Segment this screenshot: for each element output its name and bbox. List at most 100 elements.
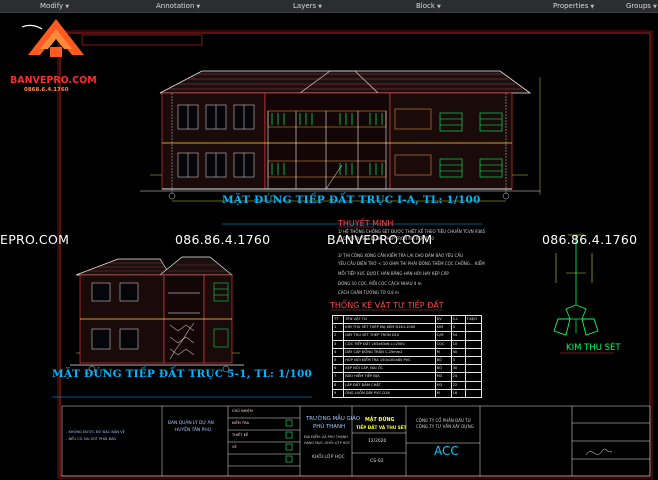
table-header-cell: ĐV <box>434 314 452 325</box>
sign-role: CHỦ NHIỆM <box>232 409 253 413</box>
table-row: 8 LẤP ĐẤT ĐẦM CHẶT M3 22 <box>331 380 483 390</box>
table-cell: 5 <box>331 356 345 366</box>
ribbon-tab-layers[interactable]: Layers ▼ <box>293 0 322 12</box>
sheet-title: MẶT ĐỨNG <box>365 418 395 423</box>
table-cell <box>464 388 483 399</box>
sheet-number: CS-02 <box>370 459 384 464</box>
table-cell: 16 <box>450 388 466 399</box>
table-cell: 1 <box>331 323 345 333</box>
owner-line: BAN QUẢN LÝ DỰ ÁN <box>168 421 214 426</box>
table-cell: DÂY CÁP ĐỒNG TRẦN C.25mm2 <box>343 347 436 358</box>
project-line: PHÚ THẠNH <box>313 424 346 430</box>
title-elevation-bottom: MẶT ĐỨNG TIẾP ĐẤT TRỤC 5-1, TL: 1/100 <box>52 368 313 380</box>
table-cell: KIM THU SÉT THÉP MẠ KẼM D16-L1000 <box>343 323 436 333</box>
table-row: 2 DÂY THU SÉT THÉP TRÒN D10 C/M 54 <box>331 331 483 341</box>
table-cell: CỌC <box>434 339 452 349</box>
notes-title: THUYẾT MINH <box>338 219 394 228</box>
table-cell: CỌC TIẾP ĐẤT L63x63x6 L=2500 <box>343 339 436 349</box>
table-cell: ỐNG LUỒN DÂY PVC D16 <box>343 388 436 399</box>
sheet-title: TIẾP ĐẤT VÀ THU SÉT <box>356 425 407 430</box>
table-row: 5 HỘP NỐI KIỂM TRA 150x100x80 PVC BỘ 3 <box>331 356 483 366</box>
table-cell: 3 <box>450 356 466 366</box>
table-cell: 7 <box>331 372 345 382</box>
table-cell: 30 <box>450 364 466 374</box>
watermark-1: EPRO.COM <box>0 232 70 247</box>
table-cell: M <box>434 347 452 358</box>
table-cell: DÂY THU SÉT THÉP TRÒN D10 <box>343 331 436 341</box>
ribbon-bar: Modify ▼ Annotation ▼ Layers ▼ Block ▼ Prope… <box>0 0 658 13</box>
note-line: MỖI TIẾP XÚC ĐƯỢC HÀN BẰNG HÀN HƠI HAY K… <box>338 271 449 276</box>
table-header-cell: S.L <box>450 314 466 325</box>
table-cell <box>464 331 483 341</box>
project-sub: HẠNG MỤC: KHỐI LỚP HỌC <box>304 441 351 445</box>
table-cell: 3 <box>450 323 466 333</box>
note-line: 1/ HỆ THỐNG CHỐNG SÉT ĐƯỢC THIẾT KẾ THEO… <box>338 229 486 234</box>
ribbon-tab-properties[interactable]: Properties ▼ <box>553 0 594 12</box>
materials-table: TT TÊN VẬT TƯ ĐV S.L T.KẸO 1 KIM THU SÉT … <box>331 314 483 399</box>
lightning-rod-label: KIM THU SÉT <box>566 343 621 353</box>
house-logo-icon <box>21 19 84 57</box>
note-line: CÁCH CHÂN TƯỜNG TỪ 0.8 m <box>338 290 399 295</box>
table-title: THỐNG KÊ VẬT TƯ TIẾP ĐẤT <box>330 301 444 310</box>
table-header-row: TT TÊN VẬT TƯ ĐV S.L T.KẸO <box>331 314 483 325</box>
project-line: TRƯỜNG MẪU GIÁO <box>306 416 361 422</box>
table-cell: 54 <box>450 331 466 341</box>
note-line: ĐÓNG 10 CỌC, MỖI CỌC CÁCH NHAU 4 m <box>338 281 422 286</box>
sign-role: VẼ <box>232 445 237 449</box>
ribbon-tab-block[interactable]: Block ▼ <box>416 0 441 12</box>
table-row: 7 BẢO HIỂM TIẾP ĐỊA M3 24 <box>331 372 483 382</box>
table-cell <box>464 323 483 333</box>
sign-role: KIỂM TRA <box>232 421 249 425</box>
table-row: 4 DÂY CÁP ĐỒNG TRẦN C.25mm2 M 40 <box>331 347 483 358</box>
table-cell <box>464 347 483 358</box>
table-row: 9 ỐNG LUỒN DÂY PVC D16 M 16 <box>331 388 483 399</box>
table-row: 1 KIM THU SÉT THÉP MẠ KẼM D16-L1000 KIM 3 <box>331 323 483 333</box>
table-cell <box>464 356 483 366</box>
table-cell: 6 <box>331 364 345 374</box>
table-cell <box>464 364 483 374</box>
table-cell: C/M <box>434 331 452 341</box>
brand-name: BANVEPRO.COM <box>10 75 97 86</box>
table-cell: KẸP NỐI CÁP, ĐAI ỐC <box>343 364 436 374</box>
table-cell: M <box>434 388 452 399</box>
company-line: CÔNG TY CỔ PHẦN ĐẦU TƯ <box>416 418 472 423</box>
brand-phone: 0868.6.4.1760 <box>24 87 69 93</box>
elevation-top <box>140 70 541 202</box>
table-cell: LẤP ĐẤT ĐẦM CHẶT <box>343 380 436 390</box>
left-note: - NẾU CÓ SAI SÓT PHẢI BÁO <box>66 437 117 441</box>
watermark-2: 086.86.4.1760 <box>175 232 271 247</box>
table-cell: BỘ <box>434 356 452 366</box>
table-cell: 40 <box>450 347 466 358</box>
table-header-cell: TT <box>331 314 345 325</box>
table-cell: 9 <box>331 388 345 399</box>
watermark-4: 086.86.4.1760 <box>542 232 638 247</box>
elevation-bottom <box>70 256 244 373</box>
title-elevation-top: MẶT ĐỨNG TIẾP ĐẤT TRỤC I-A, TL: 1/100 <box>222 194 481 206</box>
drawing-canvas[interactable]: BANVEPRO.COM 0868.6.4.1760 MẶT ĐỨNG TIẾP… <box>0 13 658 480</box>
ribbon-tab-modify[interactable]: Modify ▼ <box>40 0 69 12</box>
table-cell <box>464 372 483 382</box>
consultant-logo: ACC <box>434 444 459 458</box>
brand-logo: BANVEPRO.COM 0868.6.4.1760 <box>10 15 102 95</box>
table-cell <box>464 339 483 349</box>
block-name: KHỐI LỚP HỌC <box>312 455 345 460</box>
left-note: - KHÔNG ĐƯỢC ĐO ĐẠC BẢN VẼ <box>66 430 125 434</box>
table-cell: 4 <box>331 347 345 358</box>
table-cell: 10 <box>450 339 466 349</box>
table-header-cell: TÊN VẬT TƯ <box>343 314 436 325</box>
note-line: 3/ THI CÔNG XONG CẦN KIỂM TRA LẠI CHO ĐẢ… <box>338 253 464 258</box>
note-line: 2/ DÂY THU SÉT DÙNG THÉP TRÒN MẠ KẼM D10 <box>338 236 434 241</box>
owner-line: HUYỆN TÂN PHÚ <box>175 428 211 433</box>
table-cell: HỘP NỐI KIỂM TRA 150x100x80 PVC <box>343 356 436 366</box>
table-header-cell: T.KẸO <box>464 314 483 325</box>
lightning-rod-detail <box>553 234 614 354</box>
ribbon-tab-groups[interactable]: Groups ▼ <box>626 0 657 12</box>
note-line: YÊU CẦU ĐIỆN TRỞ < 10 OHM THI PHẢI ĐÓNG … <box>338 261 485 266</box>
ribbon-tab-annotation[interactable]: Annotation ▼ <box>156 0 200 12</box>
table-row: 3 CỌC TIẾP ĐẤT L63x63x6 L=2500 CỌC 10 <box>331 339 483 349</box>
project-sub: ĐỊA ĐIỂM: XÃ PHÚ THẠNH <box>304 435 348 439</box>
company-line: CÔNG TY TƯ VẤN XÂY DỰNG <box>416 424 474 429</box>
sheet-date: 12/2020 <box>368 439 387 444</box>
table-cell <box>464 380 483 390</box>
table-cell: M3 <box>434 380 452 390</box>
